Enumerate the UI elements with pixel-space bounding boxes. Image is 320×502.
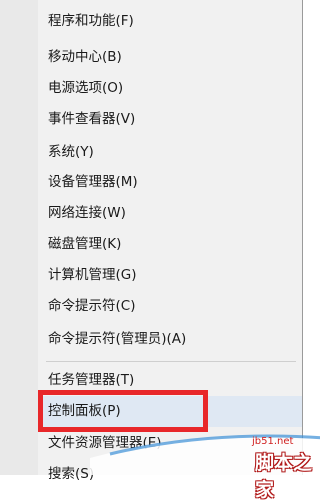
menu-separator [46, 361, 296, 362]
menu-item-control-panel[interactable]: 控制面板(P) [38, 396, 302, 427]
menu-item-event-viewer[interactable]: 事件查看器(V) [38, 104, 302, 135]
menu-item-power-options[interactable]: 电源选项(O) [38, 73, 302, 104]
menu-item-disk-management[interactable]: 磁盘管理(K) [38, 229, 302, 260]
context-menu: 程序和功能(F) 移动中心(B) 电源选项(O) 事件查看器(V) 系统(Y) … [0, 0, 303, 482]
menu-icon-strip [0, 0, 38, 475]
menu-item-system[interactable]: 系统(Y) [38, 137, 302, 168]
menu-item-network-connections[interactable]: 网络连接(W) [38, 198, 302, 229]
menu-item-mobility-center[interactable]: 移动中心(B) [38, 42, 302, 73]
menu-item-programs-features[interactable]: 程序和功能(F) [38, 6, 302, 37]
menu-item-computer-management[interactable]: 计算机管理(G) [38, 260, 302, 291]
watermark-site: jb51.net [252, 436, 294, 447]
menu-item-task-manager[interactable]: 任务管理器(T) [38, 365, 302, 396]
menu-item-command-prompt[interactable]: 命令提示符(C) [38, 291, 302, 322]
menu-item-command-prompt-admin[interactable]: 命令提示符(管理员)(A) [38, 324, 302, 355]
menu-item-device-manager[interactable]: 设备管理器(M) [38, 167, 302, 198]
watermark-brand: 脚本之家 [255, 452, 313, 501]
